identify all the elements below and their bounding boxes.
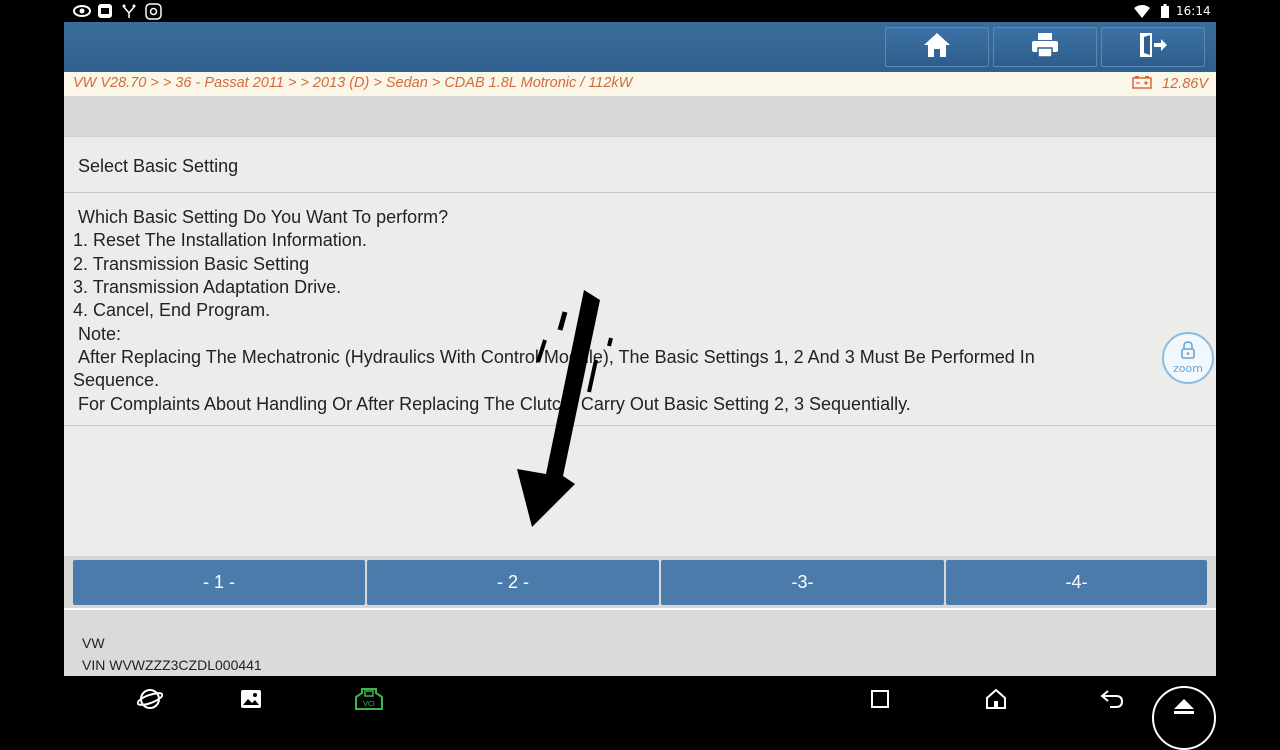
wifi-icon [1134, 3, 1150, 19]
message-line: For Complaints About Handling Or After R… [78, 394, 911, 414]
up-icon[interactable] [1152, 686, 1216, 750]
breadcrumb: VW V28.70 > > 36 - Passat 2011 > > 2013 … [73, 75, 633, 91]
exit-icon [1138, 31, 1168, 63]
home-nav-icon[interactable] [983, 686, 1009, 712]
settings-icon [145, 2, 162, 20]
back-icon[interactable] [1099, 686, 1125, 712]
message-line: Which Basic Setting Do You Want To perfo… [78, 207, 449, 227]
car-battery-icon [1132, 75, 1152, 93]
diagnostic-app: VW V28.70 > > 36 - Passat 2011 > > 2013 … [64, 22, 1216, 676]
browser-icon[interactable] [137, 686, 163, 712]
voltage-value: 12.86V [1162, 76, 1208, 92]
lock-icon [1180, 341, 1196, 362]
vehicle-make: VW [82, 635, 105, 651]
zoom-button[interactable]: zoom [1162, 332, 1214, 384]
vci-icon[interactable]: VCI [354, 686, 384, 712]
message-body: Which Basic Setting Do You Want To perfo… [64, 193, 1216, 426]
print-icon [1031, 32, 1059, 62]
option-button-row: - 1 - - 2 - -3- -4- [73, 560, 1207, 605]
zoom-label: zoom [1173, 362, 1203, 375]
battery-icon [1161, 3, 1169, 19]
message-line: After Replacing The Mechatronic (Hydraul… [78, 347, 1035, 367]
message-line: Note: [78, 324, 122, 344]
gallery-icon[interactable] [238, 686, 264, 712]
home-icon [923, 32, 951, 62]
panel-header: Select Basic Setting [64, 137, 1216, 193]
home-button[interactable] [885, 27, 989, 67]
print-button[interactable] [993, 27, 1097, 67]
status-bar: 16:14 [0, 0, 1280, 22]
android-nav-bar: VCI [0, 676, 1280, 750]
option-2-button[interactable]: - 2 - [367, 560, 659, 605]
eye-icon [73, 3, 91, 19]
message-line: 2. Transmission Basic Setting [73, 254, 310, 274]
main-panel: Select Basic Setting Which Basic Setting… [64, 136, 1216, 556]
vehicle-info-footer: VW VIN WVWZZZ3CZDL000441 [64, 608, 1216, 676]
voltage-indicator: 12.86V [1132, 75, 1208, 93]
clock: 16:14 [1176, 4, 1211, 18]
message-line: 1. Reset The Installation Information. [73, 230, 367, 250]
breadcrumb-bar: VW V28.70 > > 36 - Passat 2011 > > 2013 … [64, 72, 1216, 96]
exit-button[interactable] [1101, 27, 1205, 67]
vehicle-vin: VIN WVWZZZ3CZDL000441 [82, 657, 262, 673]
screen-icon [97, 3, 113, 19]
recent-apps-icon[interactable] [867, 686, 893, 712]
option-4-button[interactable]: -4- [946, 560, 1207, 605]
page-title: Select Basic Setting [78, 156, 239, 176]
svg-text:VCI: VCI [363, 700, 375, 708]
message-line: 3. Transmission Adaptation Drive. [73, 277, 342, 297]
top-toolbar [64, 22, 1216, 72]
usb-icon [121, 3, 137, 19]
message-line: 4. Cancel, End Program. [73, 300, 271, 320]
option-3-button[interactable]: -3- [661, 560, 944, 605]
message-line: Sequence. [73, 370, 160, 390]
option-1-button[interactable]: - 1 - [73, 560, 365, 605]
